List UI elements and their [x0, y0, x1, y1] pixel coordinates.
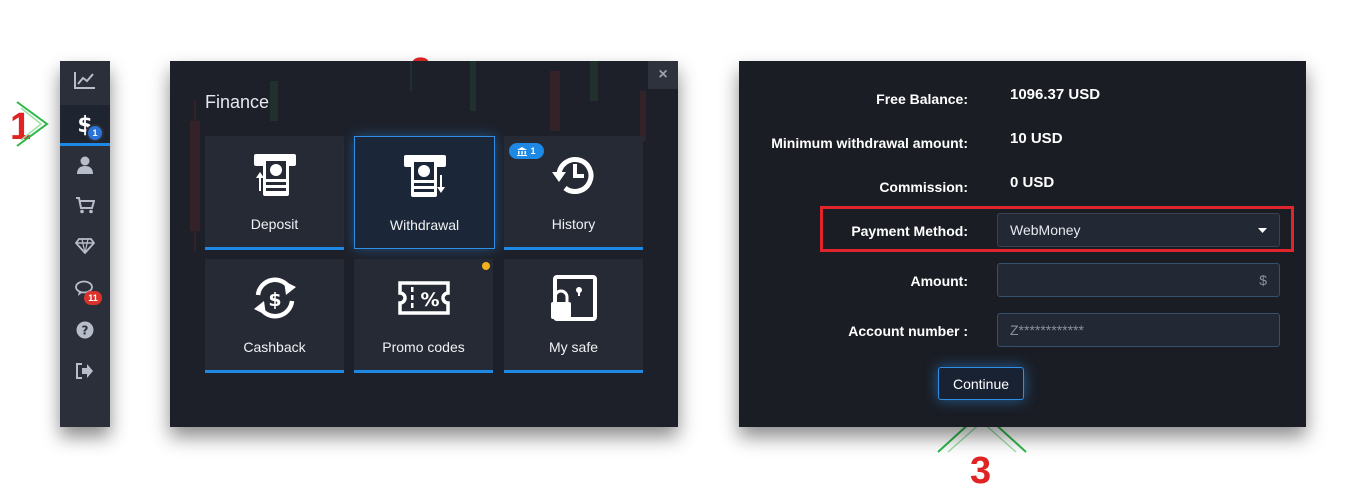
- chat-badge: 11: [84, 291, 102, 305]
- account-number-label: Account number :: [848, 323, 968, 339]
- svg-text:$: $: [268, 289, 281, 311]
- payment-method-select[interactable]: WebMoney: [997, 213, 1280, 247]
- arrow-right-icon: [16, 101, 49, 147]
- amount-input[interactable]: $: [997, 263, 1280, 297]
- sidebar-item-finance[interactable]: $ 1: [60, 105, 110, 146]
- commission-label: Commission:: [879, 179, 968, 195]
- payment-method-label: Payment Method:: [851, 223, 968, 239]
- tile-my-safe[interactable]: My safe: [504, 259, 643, 373]
- help-icon: ?: [76, 321, 94, 339]
- tile-withdrawal[interactable]: Withdrawal: [354, 136, 495, 249]
- deposit-icon: [253, 154, 296, 196]
- tile-deposit[interactable]: Deposit: [205, 136, 344, 250]
- finance-title: Finance: [205, 92, 270, 112]
- logout-icon: [76, 363, 93, 379]
- tile-label: Promo codes: [382, 339, 465, 355]
- tile-label: Cashback: [243, 339, 306, 355]
- svg-text:%: %: [420, 289, 439, 311]
- svg-text:?: ?: [82, 324, 89, 338]
- sidebar-item-help[interactable]: ?: [60, 311, 110, 349]
- sidebar: $ 1 11 ?: [60, 61, 110, 427]
- tile-label: Deposit: [250, 216, 299, 232]
- close-button[interactable]: ×: [648, 61, 678, 89]
- sidebar-item-chat[interactable]: 11: [60, 270, 110, 308]
- diamond-icon: [75, 238, 95, 254]
- history-badge: 1: [509, 143, 544, 159]
- tile-cashback[interactable]: $ Cashback: [205, 259, 344, 373]
- finance-badge: 1: [86, 124, 104, 142]
- withdrawal-icon: [403, 155, 446, 197]
- cashback-icon: $: [253, 277, 296, 319]
- tile-label: Withdrawal: [389, 217, 460, 233]
- free-balance-label: Free Balance:: [876, 91, 968, 107]
- notification-dot: [482, 262, 490, 270]
- history-icon: [551, 157, 593, 194]
- tile-promo-codes[interactable]: % Promo codes: [354, 259, 493, 373]
- user-icon: [77, 156, 93, 174]
- withdrawal-form-panel: Free Balance: 1096.37 USD Minimum withdr…: [739, 61, 1306, 427]
- min-withdrawal-label: Minimum withdrawal amount:: [771, 135, 968, 151]
- history-badge-count: 1: [530, 146, 536, 156]
- close-icon: ×: [658, 66, 668, 83]
- cart-icon: [76, 197, 95, 214]
- continue-button[interactable]: Continue: [938, 367, 1024, 400]
- payment-method-value: WebMoney: [1010, 222, 1081, 238]
- amount-label: Amount:: [910, 273, 968, 289]
- chart-line-icon: [74, 72, 95, 89]
- sidebar-item-trading[interactable]: [60, 61, 110, 99]
- sidebar-item-achievements[interactable]: [60, 227, 110, 265]
- free-balance-value: 1096.37 USD: [1010, 86, 1101, 103]
- account-number-placeholder: Z************: [1010, 322, 1084, 338]
- finance-panel: Finance × Deposit Withdrawal History $ C…: [170, 61, 678, 427]
- tile-label: My safe: [548, 339, 598, 355]
- sidebar-item-logout[interactable]: [60, 352, 110, 390]
- promo-codes-icon: %: [397, 281, 450, 315]
- tile-label: History: [551, 216, 596, 232]
- sidebar-item-market[interactable]: [60, 186, 110, 224]
- commission-value: 0 USD: [1010, 174, 1055, 191]
- safe-icon: [550, 275, 597, 321]
- chevron-down-icon: [1258, 227, 1267, 233]
- account-number-input[interactable]: Z************: [997, 313, 1280, 347]
- currency-suffix: $: [1259, 272, 1267, 288]
- bank-icon: [517, 146, 528, 156]
- step-marker-3: 3: [970, 450, 992, 492]
- sidebar-item-profile[interactable]: [60, 146, 110, 184]
- min-withdrawal-value: 10 USD: [1010, 130, 1063, 147]
